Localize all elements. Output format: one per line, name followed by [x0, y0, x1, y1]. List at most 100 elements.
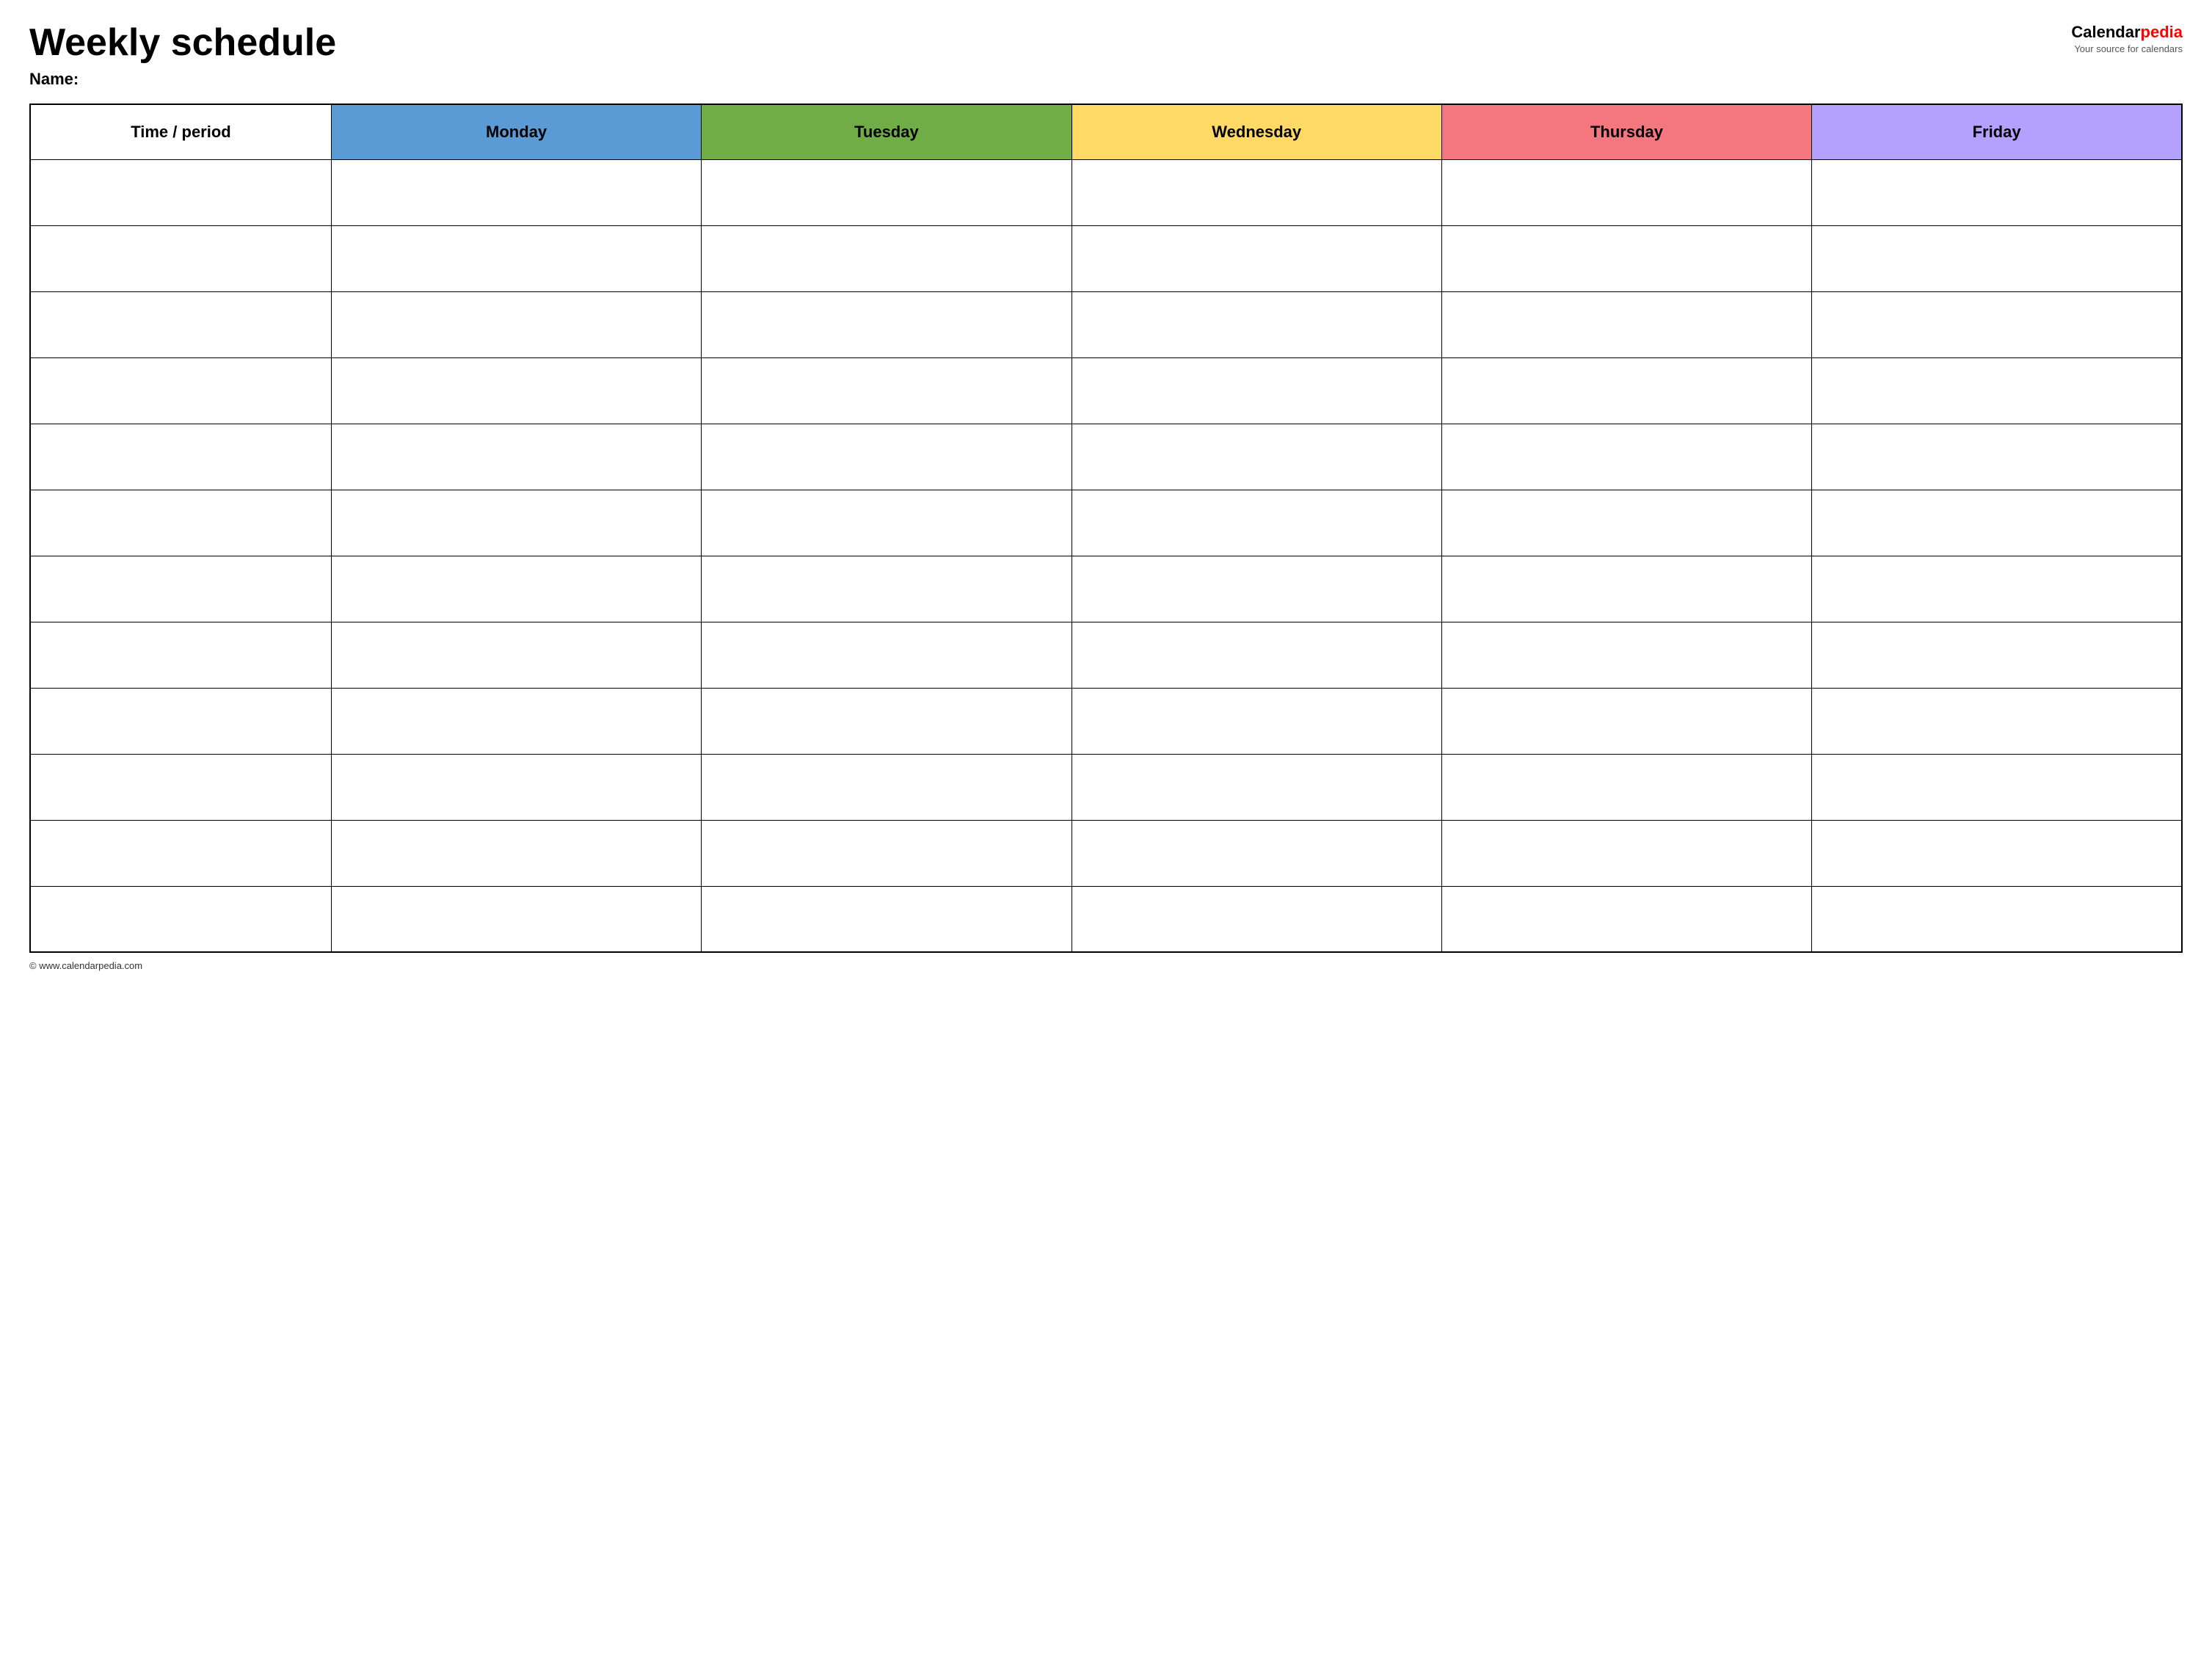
data-cell[interactable]	[702, 556, 1072, 622]
logo-area: Calendarpedia Your source for calendars	[2071, 22, 2183, 55]
data-cell[interactable]	[1812, 754, 2182, 820]
time-cell[interactable]	[30, 490, 331, 556]
data-cell[interactable]	[702, 159, 1072, 225]
time-cell[interactable]	[30, 424, 331, 490]
data-cell[interactable]	[702, 424, 1072, 490]
data-cell[interactable]	[331, 556, 701, 622]
time-cell[interactable]	[30, 622, 331, 688]
data-cell[interactable]	[1072, 754, 1441, 820]
table-row	[30, 159, 2182, 225]
data-cell[interactable]	[1072, 820, 1441, 886]
data-cell[interactable]	[1812, 291, 2182, 357]
time-cell[interactable]	[30, 357, 331, 424]
data-cell[interactable]	[1072, 622, 1441, 688]
data-cell[interactable]	[702, 291, 1072, 357]
data-cell[interactable]	[331, 754, 701, 820]
data-cell[interactable]	[331, 820, 701, 886]
friday-header: Friday	[1812, 104, 2182, 159]
data-cell[interactable]	[1072, 357, 1441, 424]
time-cell[interactable]	[30, 225, 331, 291]
table-row	[30, 820, 2182, 886]
data-cell[interactable]	[702, 754, 1072, 820]
schedule-table: Time / period Monday Tuesday Wednesday T…	[29, 104, 2183, 953]
data-cell[interactable]	[1441, 556, 1811, 622]
data-cell[interactable]	[1072, 688, 1441, 754]
data-cell[interactable]	[1812, 424, 2182, 490]
data-cell[interactable]	[702, 820, 1072, 886]
data-cell[interactable]	[331, 357, 701, 424]
table-row	[30, 886, 2182, 952]
time-cell[interactable]	[30, 556, 331, 622]
table-row	[30, 754, 2182, 820]
wednesday-header: Wednesday	[1072, 104, 1441, 159]
table-row	[30, 490, 2182, 556]
logo-calendar-text: Calendar	[2071, 23, 2140, 41]
time-cell[interactable]	[30, 886, 331, 952]
data-cell[interactable]	[1441, 357, 1811, 424]
data-cell[interactable]	[1812, 357, 2182, 424]
data-cell[interactable]	[702, 490, 1072, 556]
title-area: Weekly schedule Name:	[29, 22, 2071, 89]
data-cell[interactable]	[1812, 886, 2182, 952]
data-cell[interactable]	[1812, 556, 2182, 622]
data-cell[interactable]	[702, 225, 1072, 291]
data-cell[interactable]	[1072, 424, 1441, 490]
data-cell[interactable]	[702, 688, 1072, 754]
data-cell[interactable]	[1072, 159, 1441, 225]
time-cell[interactable]	[30, 159, 331, 225]
header-section: Weekly schedule Name: Calendarpedia Your…	[29, 22, 2183, 89]
data-cell[interactable]	[1441, 490, 1811, 556]
tuesday-header: Tuesday	[702, 104, 1072, 159]
data-cell[interactable]	[1441, 159, 1811, 225]
data-cell[interactable]	[331, 886, 701, 952]
time-cell[interactable]	[30, 820, 331, 886]
data-cell[interactable]	[1072, 556, 1441, 622]
logo-text: Calendarpedia	[2071, 22, 2183, 43]
data-cell[interactable]	[1441, 886, 1811, 952]
header-row: Time / period Monday Tuesday Wednesday T…	[30, 104, 2182, 159]
table-row	[30, 225, 2182, 291]
thursday-header: Thursday	[1441, 104, 1811, 159]
data-cell[interactable]	[1441, 754, 1811, 820]
data-cell[interactable]	[1812, 622, 2182, 688]
logo-pedia-text: pedia	[2141, 23, 2183, 41]
data-cell[interactable]	[331, 424, 701, 490]
data-cell[interactable]	[331, 159, 701, 225]
data-cell[interactable]	[331, 490, 701, 556]
time-cell[interactable]	[30, 754, 331, 820]
data-cell[interactable]	[331, 688, 701, 754]
data-cell[interactable]	[1812, 820, 2182, 886]
table-row	[30, 556, 2182, 622]
table-row	[30, 357, 2182, 424]
table-row	[30, 622, 2182, 688]
data-cell[interactable]	[331, 622, 701, 688]
table-row	[30, 291, 2182, 357]
data-cell[interactable]	[702, 886, 1072, 952]
data-cell[interactable]	[1441, 424, 1811, 490]
footer: © www.calendarpedia.com	[29, 960, 2183, 971]
page-title: Weekly schedule	[29, 22, 2071, 64]
time-period-header: Time / period	[30, 104, 331, 159]
data-cell[interactable]	[331, 291, 701, 357]
data-cell[interactable]	[331, 225, 701, 291]
data-cell[interactable]	[1812, 225, 2182, 291]
data-cell[interactable]	[1072, 225, 1441, 291]
data-cell[interactable]	[1812, 159, 2182, 225]
data-cell[interactable]	[1441, 688, 1811, 754]
data-cell[interactable]	[702, 357, 1072, 424]
data-cell[interactable]	[1441, 622, 1811, 688]
data-cell[interactable]	[1812, 490, 2182, 556]
time-cell[interactable]	[30, 688, 331, 754]
page-container: Weekly schedule Name: Calendarpedia Your…	[29, 22, 2183, 971]
data-cell[interactable]	[1441, 820, 1811, 886]
data-cell[interactable]	[1072, 490, 1441, 556]
data-cell[interactable]	[702, 622, 1072, 688]
data-cell[interactable]	[1441, 291, 1811, 357]
copyright-text: © www.calendarpedia.com	[29, 960, 142, 971]
data-cell[interactable]	[1072, 886, 1441, 952]
data-cell[interactable]	[1441, 225, 1811, 291]
data-cell[interactable]	[1072, 291, 1441, 357]
logo-tagline: Your source for calendars	[2071, 43, 2183, 56]
time-cell[interactable]	[30, 291, 331, 357]
data-cell[interactable]	[1812, 688, 2182, 754]
